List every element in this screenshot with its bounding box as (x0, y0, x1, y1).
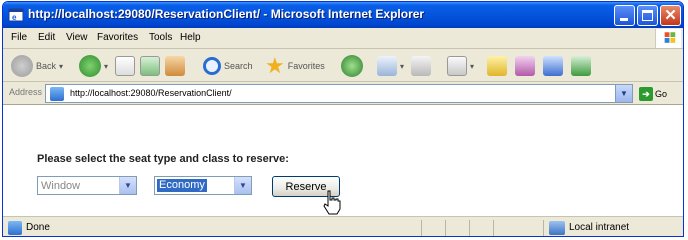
hand-cursor-icon (323, 190, 341, 215)
chevron-down-icon[interactable]: ▼ (119, 177, 136, 194)
chevron-down-icon: ▾ (400, 61, 405, 71)
tools-extra-button[interactable] (571, 53, 591, 79)
menu-favorites[interactable]: Favorites (97, 32, 138, 43)
research-button[interactable] (515, 53, 535, 79)
close-button[interactable]: ✕ (660, 5, 681, 26)
go-button[interactable]: ➔ Go (639, 85, 667, 103)
tools-icon (571, 56, 591, 76)
security-zone-label: Local intranet (569, 222, 630, 233)
page-icon (50, 87, 64, 101)
back-label: Back (36, 61, 57, 71)
messenger-button[interactable] (543, 53, 563, 79)
address-input[interactable]: http://localhost:29080/ReservationClient… (45, 84, 633, 103)
page-content: Please select the seat type and class to… (3, 105, 683, 216)
close-icon: ✕ (664, 7, 677, 24)
menu-bar: File Edit View Favorites Tools Help (3, 28, 683, 49)
status-divider (493, 220, 494, 236)
status-bar: Done Local intranet (3, 216, 683, 236)
back-arrow-icon (11, 55, 33, 77)
page-done-icon (8, 221, 22, 235)
folder-icon (487, 56, 507, 76)
stop-button[interactable] (115, 53, 135, 79)
history-icon (341, 55, 363, 77)
home-icon (165, 56, 185, 76)
go-label: Go (655, 89, 668, 99)
address-label: Address (9, 87, 43, 97)
edit-button[interactable]: ▾ (447, 53, 474, 79)
status-divider (543, 220, 544, 236)
status-divider (421, 220, 422, 236)
chevron-down-icon: ▾ (470, 61, 475, 71)
title-bar[interactable]: e http://localhost:29080/ReservationClie… (3, 2, 683, 28)
mail-button[interactable]: ▾ (377, 53, 404, 79)
menu-file[interactable]: File (11, 32, 27, 43)
back-button[interactable]: Back ▾ (11, 53, 63, 79)
search-button[interactable]: Search (203, 53, 253, 79)
menu-tools[interactable]: Tools (149, 32, 172, 43)
mail-icon (377, 56, 397, 76)
history-button[interactable] (341, 53, 363, 79)
go-arrow-icon: ➔ (639, 87, 653, 101)
address-bar: Address http://localhost:29080/Reservati… (3, 82, 683, 105)
status-divider (469, 220, 470, 236)
address-url: http://localhost:29080/ReservationClient… (70, 88, 232, 98)
favorites-button[interactable]: ★ Favorites (265, 53, 325, 79)
seat-type-select[interactable]: Window ▼ (37, 176, 137, 195)
chevron-down-icon[interactable]: ▼ (615, 85, 632, 102)
maximize-icon (642, 10, 653, 21)
print-button[interactable] (411, 53, 431, 79)
intranet-zone-icon (549, 221, 565, 235)
research-icon (515, 56, 535, 76)
maximize-button[interactable] (637, 5, 658, 26)
search-label: Search (224, 61, 253, 71)
chevron-down-icon: ▾ (59, 61, 64, 71)
menu-help[interactable]: Help (180, 32, 201, 43)
form-prompt: Please select the seat type and class to… (37, 153, 289, 165)
class-select[interactable]: Economy ▼ (154, 176, 252, 195)
favorites-label: Favorites (287, 61, 325, 71)
forward-button[interactable]: ▾ (79, 53, 108, 79)
chevron-down-icon: ▾ (104, 61, 109, 71)
refresh-button[interactable] (140, 53, 160, 79)
chevron-down-icon[interactable]: ▼ (234, 177, 251, 194)
seat-type-value: Window (41, 180, 81, 192)
edit-icon (447, 56, 467, 76)
browser-window: e http://localhost:29080/ReservationClie… (2, 1, 684, 237)
stop-icon (115, 56, 135, 76)
menu-view[interactable]: View (66, 32, 88, 43)
refresh-icon (140, 56, 160, 76)
discuss-button[interactable] (487, 53, 507, 79)
messenger-icon (543, 56, 563, 76)
status-text: Done (26, 222, 50, 233)
status-divider (445, 220, 446, 236)
home-button[interactable] (165, 53, 185, 79)
search-icon (203, 57, 221, 75)
forward-arrow-icon (79, 55, 101, 77)
class-value: Economy (157, 179, 207, 192)
windows-logo-icon (655, 29, 681, 48)
print-icon (411, 56, 431, 76)
star-icon: ★ (265, 53, 285, 78)
minimize-icon (620, 18, 628, 21)
menu-edit[interactable]: Edit (38, 32, 55, 43)
minimize-button[interactable] (614, 5, 635, 26)
toolbar: Back ▾ ▾ Search ★ Favorites ▾ ▾ (3, 49, 683, 82)
internet-explorer-icon: e (8, 8, 24, 22)
svg-text:e: e (12, 13, 17, 22)
window-title: http://localhost:29080/ReservationClient… (28, 7, 425, 21)
